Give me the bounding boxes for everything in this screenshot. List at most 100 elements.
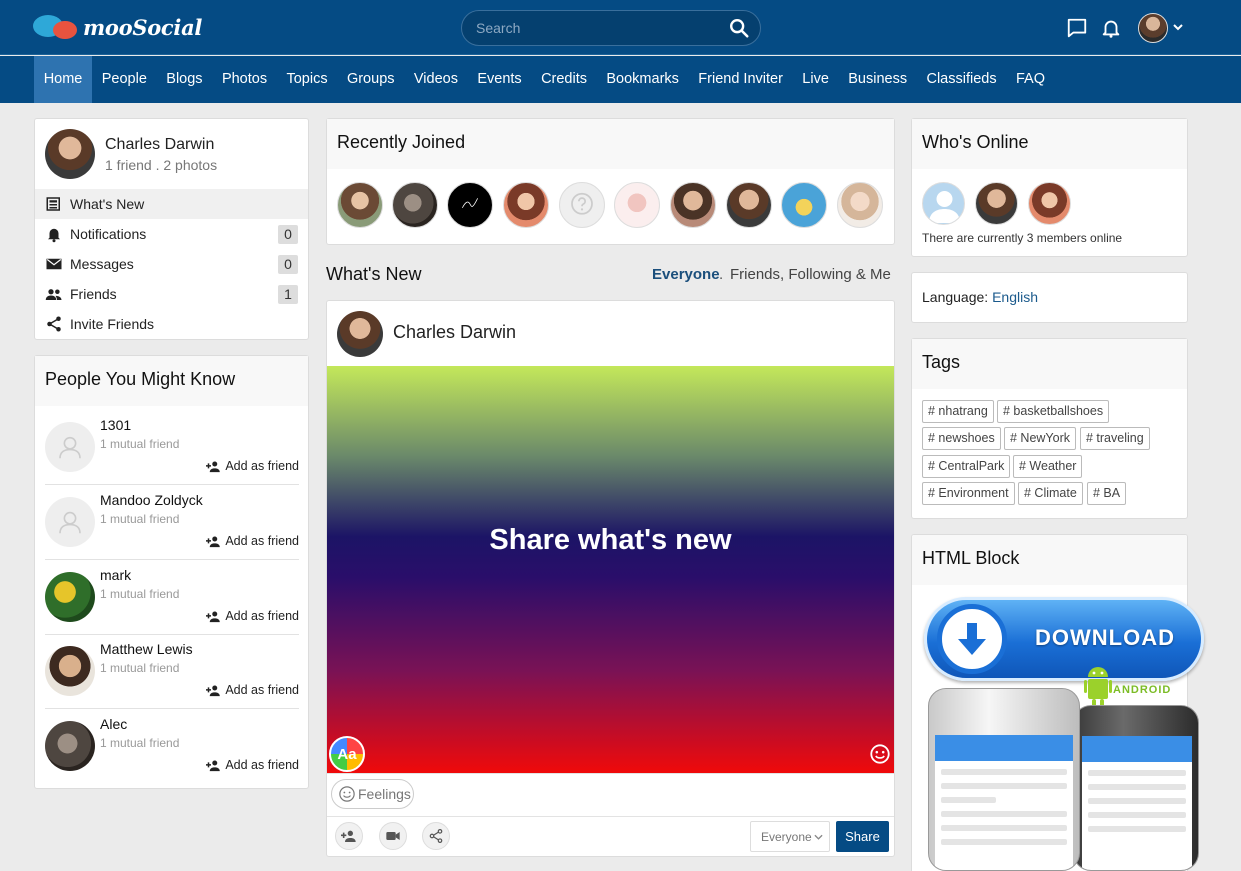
menu-label: What's New bbox=[70, 196, 145, 212]
chevron-down-icon[interactable] bbox=[1172, 20, 1184, 34]
mutual-friends[interactable]: 1 mutual friend bbox=[100, 661, 179, 675]
whats-new-title: What's New bbox=[326, 264, 422, 284]
avatar[interactable] bbox=[45, 646, 95, 696]
nav-videos[interactable]: Videos bbox=[404, 56, 467, 103]
download-label: DOWNLOAD bbox=[1035, 625, 1175, 650]
nav-credits[interactable]: Credits bbox=[531, 56, 596, 103]
bell-icon[interactable] bbox=[1100, 17, 1122, 39]
search-icon[interactable] bbox=[728, 17, 750, 39]
avatar[interactable] bbox=[45, 721, 95, 771]
profile-name[interactable]: Charles Darwin bbox=[105, 136, 214, 154]
divider bbox=[327, 816, 894, 817]
tag-chip[interactable]: # basketballshoes bbox=[997, 400, 1110, 423]
member-avatar[interactable] bbox=[392, 182, 438, 228]
filter-friends-following[interactable]: Friends, Following & Me bbox=[730, 266, 891, 283]
default-avatar-icon[interactable] bbox=[45, 422, 95, 472]
mutual-friends[interactable]: 1 mutual friend bbox=[100, 512, 179, 526]
online-member-avatar[interactable] bbox=[1028, 182, 1071, 225]
video-button[interactable] bbox=[379, 822, 407, 850]
download-banner-button[interactable]: DOWNLOAD bbox=[924, 597, 1204, 681]
tag-chip[interactable]: # traveling bbox=[1080, 427, 1150, 450]
nav-events[interactable]: Events bbox=[468, 56, 532, 103]
tag-chip[interactable]: # BA bbox=[1087, 482, 1127, 505]
tag-friends-button[interactable] bbox=[335, 822, 363, 850]
default-avatar-icon bbox=[929, 191, 960, 223]
add-friend-button[interactable]: Add as friend bbox=[206, 609, 299, 623]
composer-background[interactable] bbox=[327, 366, 894, 773]
member-avatar[interactable] bbox=[337, 182, 383, 228]
text-style-button[interactable]: Aa bbox=[329, 736, 365, 772]
privacy-select[interactable]: Everyone bbox=[750, 821, 830, 852]
share-button[interactable]: Share bbox=[836, 821, 889, 852]
smiley-icon[interactable] bbox=[869, 743, 891, 765]
menu-label: Friends bbox=[70, 286, 117, 302]
member-avatar[interactable] bbox=[614, 182, 660, 228]
mutual-friends[interactable]: 1 mutual friend bbox=[100, 736, 179, 750]
member-avatar[interactable] bbox=[670, 182, 716, 228]
mutual-friends[interactable]: 1 mutual friend bbox=[100, 587, 179, 601]
menu-friends[interactable]: Friends 1 bbox=[35, 279, 308, 309]
mutual-friends[interactable]: 1 mutual friend bbox=[100, 437, 179, 451]
composer-input[interactable]: Share what's new bbox=[327, 524, 894, 557]
logo-bubbles-icon bbox=[33, 12, 79, 42]
tag-chip[interactable]: # Climate bbox=[1018, 482, 1083, 505]
site-logo[interactable]: mooSocial bbox=[33, 12, 202, 42]
person-name[interactable]: Matthew Lewis bbox=[100, 641, 193, 657]
profile-card: Charles Darwin 1 friend . 2 photos What'… bbox=[34, 118, 309, 340]
tag-chip[interactable]: # CentralPark bbox=[922, 455, 1011, 478]
recently-joined-card: Recently Joined bbox=[326, 118, 895, 245]
tag-chip[interactable]: # Weather bbox=[1013, 455, 1083, 478]
share-link-button[interactable] bbox=[422, 822, 450, 850]
avatar[interactable] bbox=[45, 572, 95, 622]
nav-groups[interactable]: Groups bbox=[337, 56, 404, 103]
person-name[interactable]: Mandoo Zoldyck bbox=[100, 492, 203, 508]
nav-people[interactable]: People bbox=[92, 56, 157, 103]
filter-everyone[interactable]: Everyone bbox=[652, 266, 720, 283]
online-member-avatar[interactable] bbox=[975, 182, 1018, 225]
nav-business[interactable]: Business bbox=[839, 56, 917, 103]
member-avatar[interactable] bbox=[726, 182, 772, 228]
envelope-icon bbox=[46, 258, 62, 270]
profile-avatar[interactable] bbox=[45, 129, 95, 179]
add-friend-button[interactable]: Add as friend bbox=[206, 534, 299, 548]
whos-online-card: Who's Online There are currently 3 membe… bbox=[911, 118, 1188, 257]
add-friend-button[interactable]: Add as friend bbox=[206, 459, 299, 473]
nav-friend-inviter[interactable]: Friend Inviter bbox=[689, 56, 793, 103]
member-avatar[interactable] bbox=[781, 182, 827, 228]
user-avatar[interactable] bbox=[1138, 13, 1168, 43]
menu-whats-new[interactable]: What's New bbox=[35, 189, 308, 219]
member-avatar[interactable] bbox=[503, 182, 549, 228]
tag-chip[interactable]: # nhatrang bbox=[922, 400, 994, 423]
menu-messages[interactable]: Messages 0 bbox=[35, 249, 308, 279]
add-friend-label: Add as friend bbox=[225, 609, 299, 623]
language-link[interactable]: English bbox=[992, 289, 1038, 305]
add-friend-button[interactable]: Add as friend bbox=[206, 758, 299, 772]
nav-photos[interactable]: Photos bbox=[212, 56, 277, 103]
menu-notifications[interactable]: Notifications 0 bbox=[35, 219, 308, 249]
list-item: Matthew Lewis 1 mutual friend Add as fri… bbox=[45, 634, 299, 709]
person-name[interactable]: 1301 bbox=[100, 417, 131, 433]
nav-home[interactable]: Home bbox=[34, 56, 93, 103]
menu-invite-friends[interactable]: Invite Friends bbox=[35, 309, 308, 339]
nav-live[interactable]: Live bbox=[793, 56, 839, 103]
default-avatar-icon[interactable] bbox=[559, 182, 605, 228]
chat-bubble-icon[interactable] bbox=[1066, 17, 1088, 39]
online-member-avatar[interactable] bbox=[922, 182, 965, 225]
member-avatar[interactable] bbox=[447, 182, 493, 228]
tag-chip[interactable]: # newshoes bbox=[922, 427, 1001, 450]
nav-classifieds[interactable]: Classifieds bbox=[917, 56, 1006, 103]
tag-chip[interactable]: # Environment bbox=[922, 482, 1015, 505]
tag-chip[interactable]: # NewYork bbox=[1004, 427, 1076, 450]
member-avatar[interactable] bbox=[837, 182, 883, 228]
person-name[interactable]: Alec bbox=[100, 716, 127, 732]
friends-count-badge: 1 bbox=[278, 285, 298, 304]
search-input[interactable] bbox=[476, 11, 716, 45]
feelings-button[interactable]: Feelings bbox=[331, 779, 414, 809]
person-name[interactable]: mark bbox=[100, 567, 131, 583]
nav-blogs[interactable]: Blogs bbox=[157, 56, 213, 103]
default-avatar-icon[interactable] bbox=[45, 497, 95, 547]
nav-faq[interactable]: FAQ bbox=[1006, 56, 1054, 103]
nav-topics[interactable]: Topics bbox=[277, 56, 337, 103]
add-friend-button[interactable]: Add as friend bbox=[206, 683, 299, 697]
nav-bookmarks[interactable]: Bookmarks bbox=[597, 56, 689, 103]
